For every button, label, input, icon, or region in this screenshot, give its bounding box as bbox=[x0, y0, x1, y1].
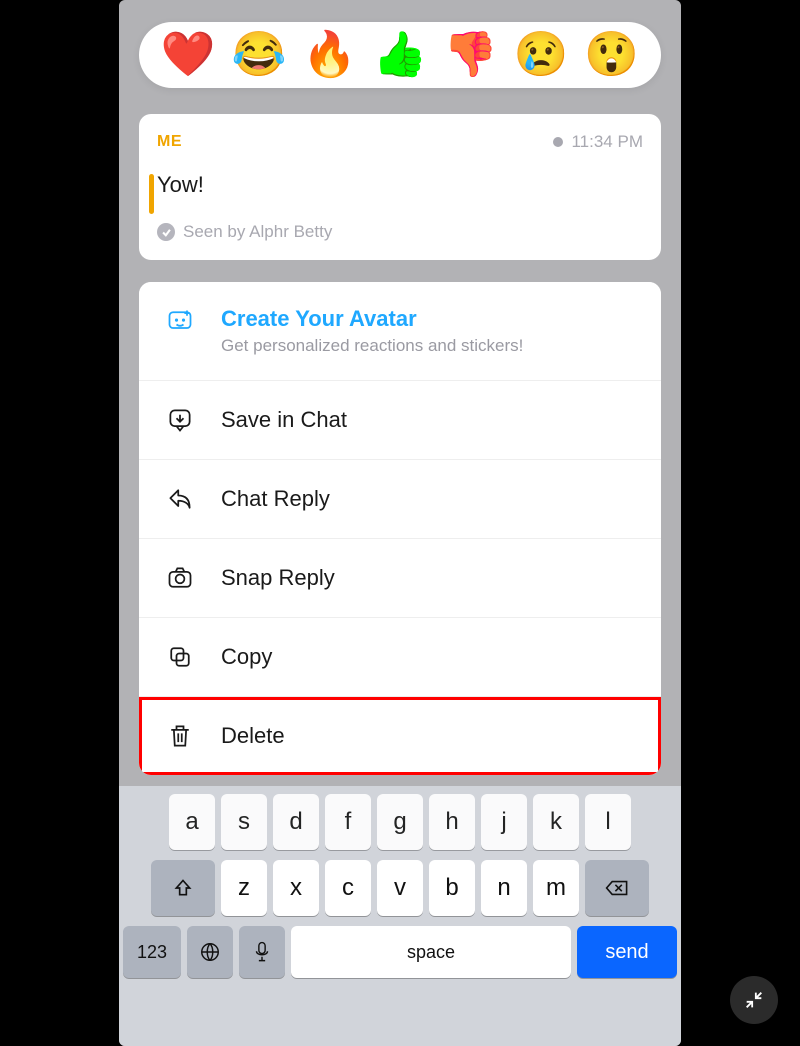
reaction-shocked[interactable]: 😲 bbox=[584, 33, 639, 77]
trash-icon bbox=[165, 721, 195, 751]
avatar-icon bbox=[165, 306, 195, 336]
reaction-fire[interactable]: 🔥 bbox=[302, 33, 357, 77]
message-accent-bar bbox=[149, 174, 154, 214]
menu-label: Chat Reply bbox=[221, 486, 330, 512]
key-j[interactable]: j bbox=[481, 794, 527, 850]
reply-icon bbox=[165, 484, 195, 514]
reaction-laugh[interactable]: 😂 bbox=[231, 33, 286, 77]
menu-create-avatar[interactable]: Create Your Avatar Get personalized reac… bbox=[139, 282, 661, 381]
context-menu: Create Your Avatar Get personalized reac… bbox=[139, 282, 661, 775]
message-header: ME 11:34 PM bbox=[157, 132, 643, 152]
key-send[interactable]: send bbox=[577, 926, 677, 978]
seen-check-icon bbox=[157, 223, 175, 241]
key-mic[interactable] bbox=[239, 926, 285, 978]
copy-icon bbox=[165, 642, 195, 672]
menu-snap-reply[interactable]: Snap Reply bbox=[139, 539, 661, 618]
key-b[interactable]: b bbox=[429, 860, 475, 916]
key-v[interactable]: v bbox=[377, 860, 423, 916]
reaction-heart[interactable]: ❤️ bbox=[161, 33, 216, 77]
avatar-title: Create Your Avatar bbox=[221, 306, 523, 332]
key-f[interactable]: f bbox=[325, 794, 371, 850]
key-a[interactable]: a bbox=[169, 794, 215, 850]
message-card[interactable]: ME 11:34 PM Yow! Seen by Alphr Betty bbox=[139, 114, 661, 260]
menu-label: Delete bbox=[221, 723, 285, 749]
reaction-bar: ❤️ 😂 🔥 👍 👎 😢 😲 bbox=[139, 22, 661, 88]
seen-status: Seen by Alphr Betty bbox=[157, 222, 643, 242]
key-123[interactable]: 123 bbox=[123, 926, 181, 978]
menu-label: Save in Chat bbox=[221, 407, 347, 433]
key-c[interactable]: c bbox=[325, 860, 371, 916]
keyboard-row-3: 123 space send bbox=[123, 926, 677, 978]
keyboard: a s d f g h j k l z x c v b n m 123 bbox=[119, 786, 681, 1046]
key-space[interactable]: space bbox=[291, 926, 571, 978]
menu-chat-reply[interactable]: Chat Reply bbox=[139, 460, 661, 539]
key-n[interactable]: n bbox=[481, 860, 527, 916]
key-z[interactable]: z bbox=[221, 860, 267, 916]
seen-label: Seen by Alphr Betty bbox=[183, 222, 332, 242]
menu-save-in-chat[interactable]: Save in Chat bbox=[139, 381, 661, 460]
key-m[interactable]: m bbox=[533, 860, 579, 916]
key-backspace[interactable] bbox=[585, 860, 649, 916]
keyboard-row-1: a s d f g h j k l bbox=[123, 794, 677, 850]
key-g[interactable]: g bbox=[377, 794, 423, 850]
keyboard-row-2: z x c v b n m bbox=[123, 860, 677, 916]
menu-delete[interactable]: Delete bbox=[139, 697, 661, 775]
key-s[interactable]: s bbox=[221, 794, 267, 850]
key-globe[interactable] bbox=[187, 926, 233, 978]
time-label: 11:34 PM bbox=[571, 132, 643, 152]
message-text: Yow! bbox=[157, 172, 643, 198]
menu-copy[interactable]: Copy bbox=[139, 618, 661, 697]
camera-icon bbox=[165, 563, 195, 593]
reaction-thumbs-down[interactable]: 👎 bbox=[443, 33, 498, 77]
menu-label: Snap Reply bbox=[221, 565, 335, 591]
key-d[interactable]: d bbox=[273, 794, 319, 850]
collapse-button[interactable] bbox=[730, 976, 778, 1024]
status-dot-icon bbox=[553, 137, 563, 147]
sender-label: ME bbox=[157, 133, 182, 151]
avatar-subtitle: Get personalized reactions and stickers! bbox=[221, 336, 523, 356]
menu-label: Copy bbox=[221, 644, 272, 670]
timestamp: 11:34 PM bbox=[553, 132, 643, 152]
key-x[interactable]: x bbox=[273, 860, 319, 916]
key-shift[interactable] bbox=[151, 860, 215, 916]
save-icon bbox=[165, 405, 195, 435]
reaction-sad[interactable]: 😢 bbox=[514, 33, 569, 77]
key-l[interactable]: l bbox=[585, 794, 631, 850]
phone-screen: ❤️ 😂 🔥 👍 👎 😢 😲 ME 11:34 PM Yow! Seen by … bbox=[119, 0, 681, 1046]
key-k[interactable]: k bbox=[533, 794, 579, 850]
key-h[interactable]: h bbox=[429, 794, 475, 850]
reaction-thumbs-up[interactable]: 👍 bbox=[373, 33, 428, 77]
